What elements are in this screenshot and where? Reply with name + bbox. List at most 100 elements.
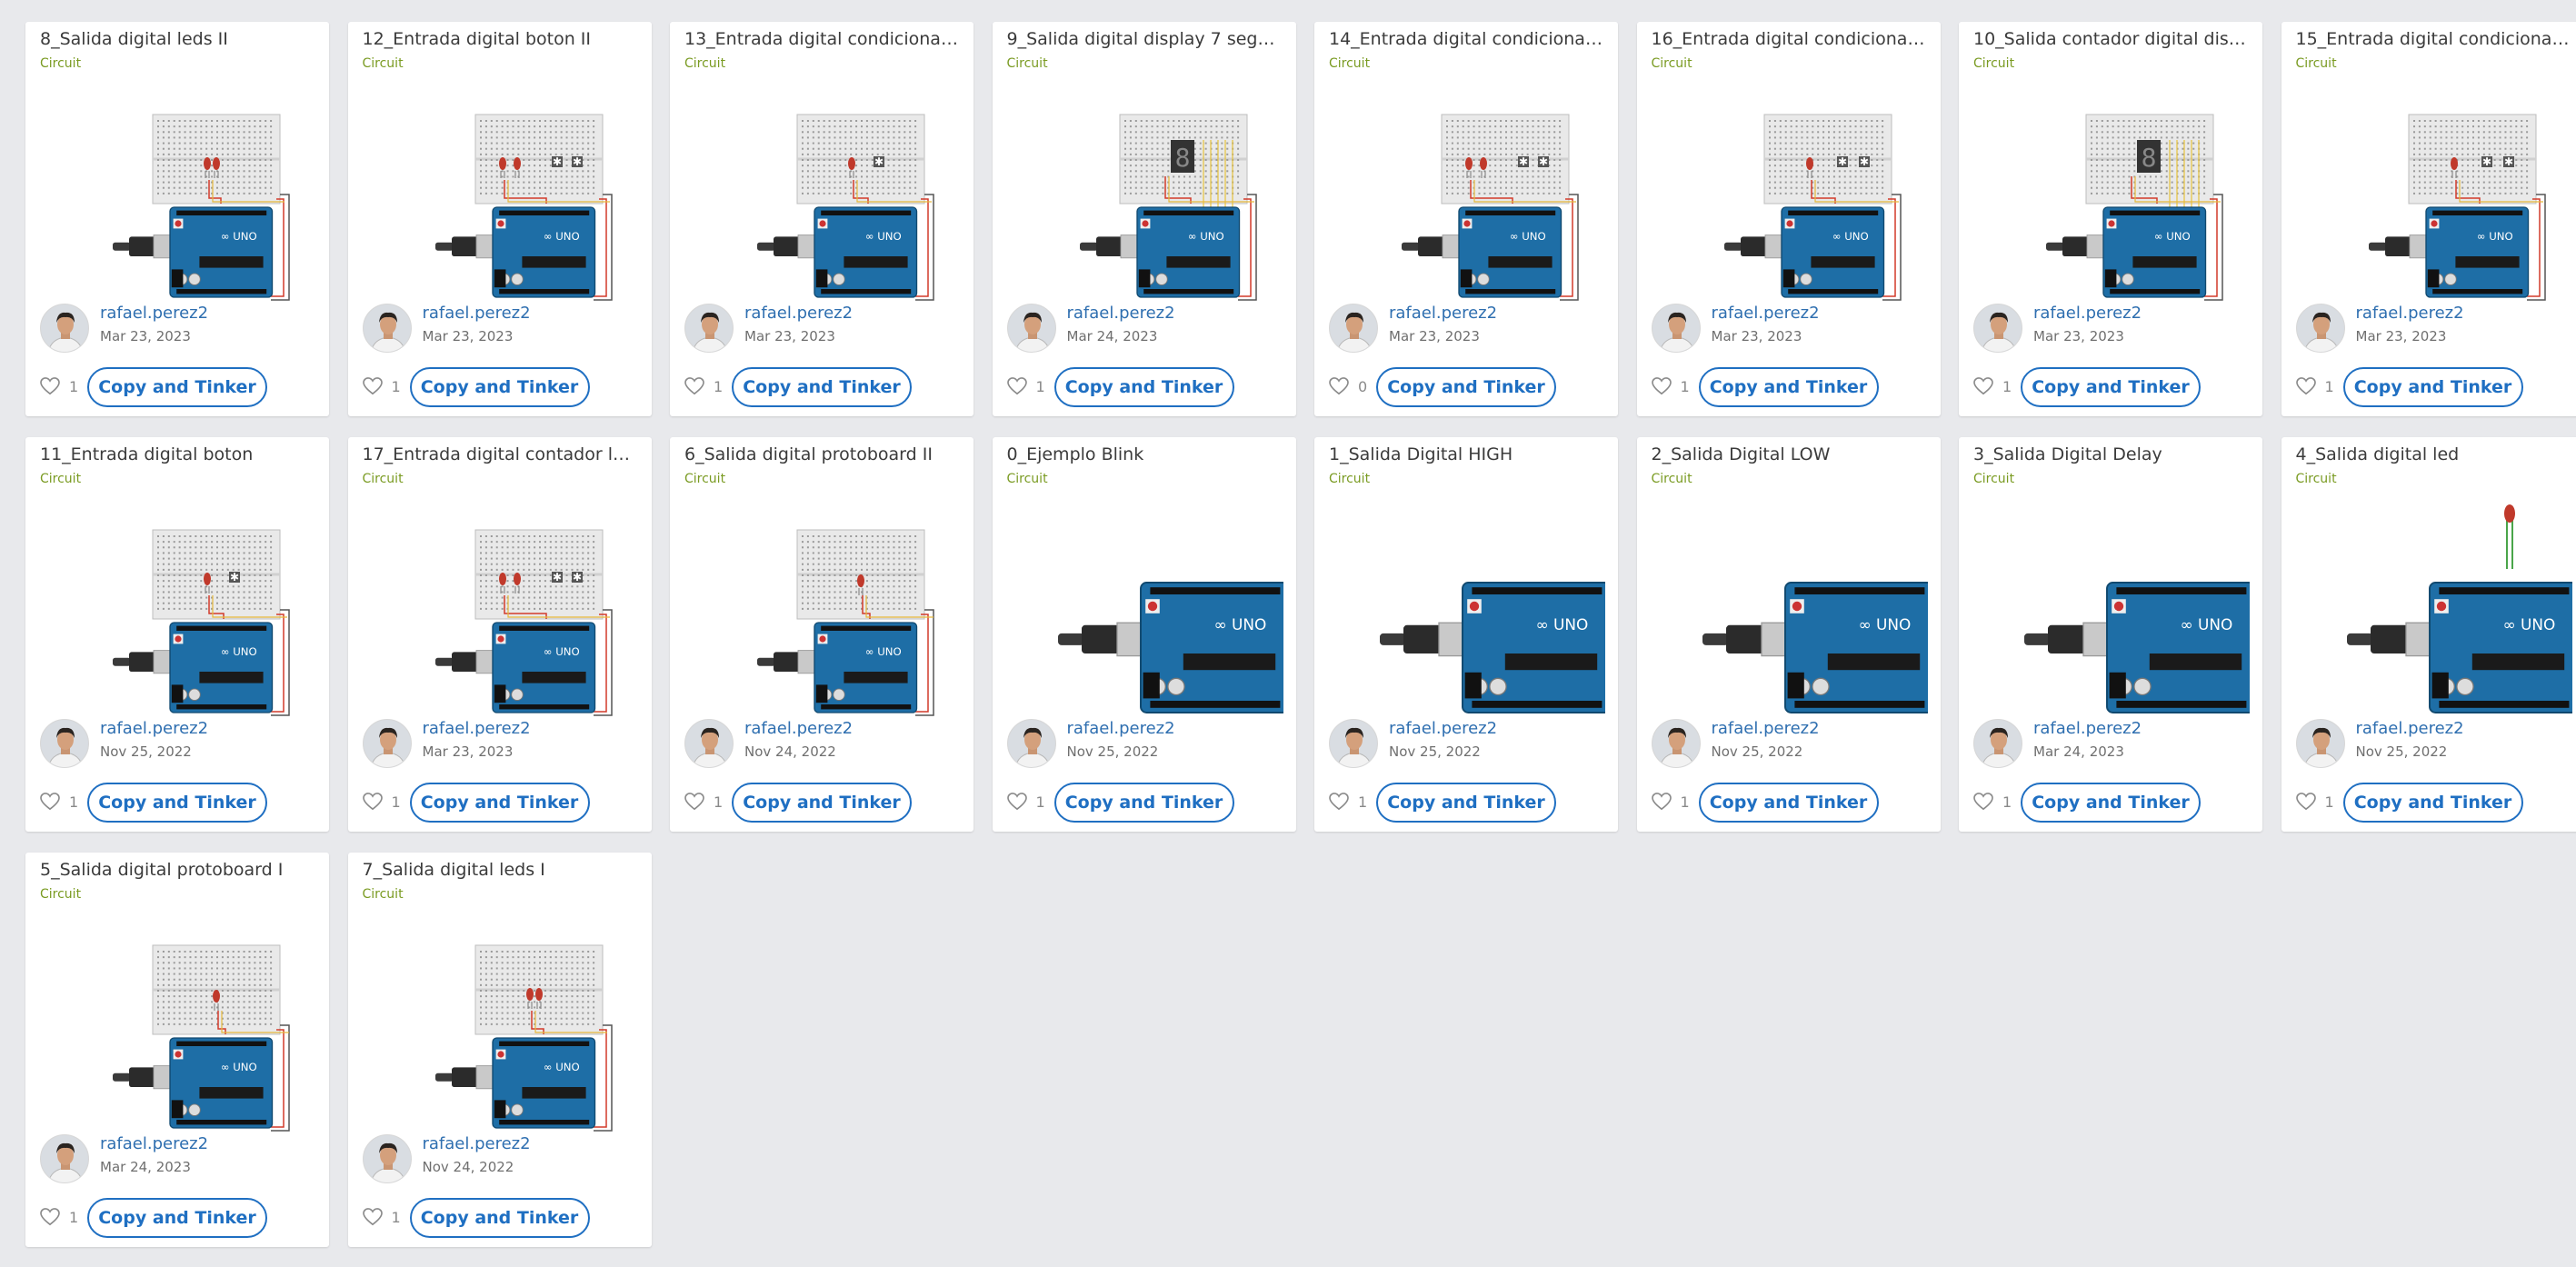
heart-icon[interactable] xyxy=(1329,377,1349,395)
like-control[interactable]: 1 xyxy=(2295,793,2334,811)
circuit-thumbnail[interactable]: ∞ UNO xyxy=(1029,501,1289,719)
card-title[interactable]: 9_Salida digital display 7 segme… xyxy=(1007,29,1285,49)
circuit-thumbnail[interactable]: ✱ ✱ ∞ UNO xyxy=(1673,85,1928,304)
heart-icon[interactable] xyxy=(1006,377,1027,395)
heart-icon[interactable] xyxy=(362,1208,383,1226)
circuit-card[interactable]: 5_Salida digital protoboard I Circuit ∞ … xyxy=(25,853,329,1247)
author-avatar[interactable] xyxy=(362,304,412,353)
circuit-card[interactable]: 15_Entrada digital condicionales… Circui… xyxy=(2281,22,2576,416)
circuit-thumbnail[interactable]: 8 ∞ UNO xyxy=(1995,85,2250,304)
author-link[interactable]: rafael.perez2 xyxy=(1712,719,1820,738)
copy-and-tinker-button[interactable]: Copy and Tinker xyxy=(2342,783,2523,823)
author-avatar[interactable] xyxy=(362,1134,412,1183)
heart-icon[interactable] xyxy=(40,1208,60,1226)
like-control[interactable]: 1 xyxy=(362,377,401,395)
circuit-card[interactable]: 4_Salida digital led Circuit ∞ UNO rafae… xyxy=(2281,437,2576,832)
card-title[interactable]: 6_Salida digital protoboard II xyxy=(684,444,963,464)
circuit-thumbnail[interactable]: ∞ UNO xyxy=(1351,501,1612,719)
heart-icon[interactable] xyxy=(362,377,383,395)
circuit-card[interactable]: 3_Salida Digital Delay Circuit ∞ UNO raf… xyxy=(1959,437,2262,832)
card-title[interactable]: 8_Salida digital leds II xyxy=(40,29,318,49)
author-link[interactable]: rafael.perez2 xyxy=(100,719,208,738)
copy-and-tinker-button[interactable]: Copy and Tinker xyxy=(2021,783,2201,823)
card-title[interactable]: 16_Entrada digital condicionales… xyxy=(1652,29,1930,49)
like-control[interactable]: 1 xyxy=(2295,377,2334,395)
like-control[interactable]: 1 xyxy=(362,1208,401,1226)
card-title[interactable]: 7_Salida digital leds I xyxy=(363,860,641,880)
card-title[interactable]: 10_Salida contador digital displa… xyxy=(1973,29,2252,49)
copy-and-tinker-button[interactable]: Copy and Tinker xyxy=(87,367,267,407)
like-control[interactable]: 1 xyxy=(684,793,723,811)
copy-and-tinker-button[interactable]: Copy and Tinker xyxy=(1376,783,1556,823)
heart-icon[interactable] xyxy=(684,793,704,811)
card-title[interactable]: 15_Entrada digital condicionales… xyxy=(2296,29,2574,49)
like-control[interactable]: 1 xyxy=(684,377,723,395)
card-title[interactable]: 3_Salida Digital Delay xyxy=(1973,444,2252,464)
circuit-card[interactable]: 9_Salida digital display 7 segme… Circui… xyxy=(992,22,1296,416)
card-title[interactable]: 12_Entrada digital boton II xyxy=(363,29,641,49)
heart-icon[interactable] xyxy=(1973,377,1993,395)
author-link[interactable]: rafael.perez2 xyxy=(100,1134,208,1153)
circuit-thumbnail[interactable]: ∞ UNO xyxy=(1995,501,2256,719)
like-control[interactable]: 1 xyxy=(1973,377,2012,395)
card-title[interactable]: 17_Entrada digital contador leds xyxy=(363,444,641,464)
card-title[interactable]: 4_Salida digital led xyxy=(2296,444,2574,464)
author-avatar[interactable] xyxy=(1006,719,1056,768)
circuit-card[interactable]: 17_Entrada digital contador leds Circuit… xyxy=(347,437,652,832)
like-control[interactable]: 1 xyxy=(1006,377,1045,395)
circuit-card[interactable]: 0_Ejemplo Blink Circuit ∞ UNO rafael.per… xyxy=(992,437,1296,832)
author-link[interactable]: rafael.perez2 xyxy=(423,304,531,323)
copy-and-tinker-button[interactable]: Copy and Tinker xyxy=(1698,783,1879,823)
copy-and-tinker-button[interactable]: Copy and Tinker xyxy=(1698,367,1879,407)
author-link[interactable]: rafael.perez2 xyxy=(423,1134,531,1153)
like-control[interactable]: 1 xyxy=(1973,793,2012,811)
author-avatar[interactable] xyxy=(1006,304,1056,353)
author-link[interactable]: rafael.perez2 xyxy=(744,719,853,738)
circuit-thumbnail[interactable]: ✱ ∞ UNO xyxy=(62,501,316,719)
card-title[interactable]: 1_Salida Digital HIGH xyxy=(1329,444,1607,464)
author-avatar[interactable] xyxy=(362,719,412,768)
card-title[interactable]: 2_Salida Digital LOW xyxy=(1652,444,1930,464)
like-control[interactable]: 1 xyxy=(40,377,78,395)
author-link[interactable]: rafael.perez2 xyxy=(2033,304,2142,323)
author-avatar[interactable] xyxy=(1651,719,1701,768)
copy-and-tinker-button[interactable]: Copy and Tinker xyxy=(409,367,590,407)
heart-icon[interactable] xyxy=(2295,793,2316,811)
heart-icon[interactable] xyxy=(362,793,383,811)
heart-icon[interactable] xyxy=(2295,377,2316,395)
copy-and-tinker-button[interactable]: Copy and Tinker xyxy=(409,783,590,823)
circuit-card[interactable]: 12_Entrada digital boton II Circuit ✱ ✱ ∞… xyxy=(347,22,652,416)
like-control[interactable]: 1 xyxy=(1006,793,1045,811)
heart-icon[interactable] xyxy=(40,377,60,395)
author-link[interactable]: rafael.perez2 xyxy=(423,719,531,738)
copy-and-tinker-button[interactable]: Copy and Tinker xyxy=(1053,367,1234,407)
circuit-thumbnail[interactable]: ✱ ∞ UNO xyxy=(706,85,961,304)
author-avatar[interactable] xyxy=(684,719,734,768)
card-title[interactable]: 13_Entrada digital condicionales… xyxy=(684,29,963,49)
author-link[interactable]: rafael.perez2 xyxy=(2033,719,2142,738)
copy-and-tinker-button[interactable]: Copy and Tinker xyxy=(87,783,267,823)
like-control[interactable]: 0 xyxy=(1329,377,1367,395)
author-avatar[interactable] xyxy=(2295,304,2345,353)
copy-and-tinker-button[interactable]: Copy and Tinker xyxy=(1053,783,1234,823)
circuit-card[interactable]: 11_Entrada digital boton Circuit ✱ ∞ UNO… xyxy=(25,437,329,832)
circuit-thumbnail[interactable]: ✱ ✱ ∞ UNO xyxy=(1351,85,1605,304)
card-title[interactable]: 11_Entrada digital boton xyxy=(40,444,318,464)
circuit-card[interactable]: 16_Entrada digital condicionales… Circui… xyxy=(1636,22,1941,416)
author-link[interactable]: rafael.perez2 xyxy=(1067,304,1175,323)
circuit-card[interactable]: 6_Salida digital protoboard II Circuit ∞… xyxy=(670,437,973,832)
author-link[interactable]: rafael.perez2 xyxy=(1389,719,1497,738)
copy-and-tinker-button[interactable]: Copy and Tinker xyxy=(409,1198,590,1238)
heart-icon[interactable] xyxy=(1329,793,1349,811)
circuit-card[interactable]: 8_Salida digital leds II Circuit ∞ UNO r… xyxy=(25,22,329,416)
circuit-thumbnail[interactable]: 8 ∞ UNO xyxy=(1029,85,1283,304)
heart-icon[interactable] xyxy=(1651,793,1672,811)
circuit-card[interactable]: 1_Salida Digital HIGH Circuit ∞ UNO rafa… xyxy=(1314,437,1618,832)
circuit-thumbnail[interactable]: ✱ ✱ ∞ UNO xyxy=(384,501,639,719)
heart-icon[interactable] xyxy=(40,793,60,811)
like-control[interactable]: 1 xyxy=(1329,793,1367,811)
author-avatar[interactable] xyxy=(40,719,89,768)
circuit-card[interactable]: 13_Entrada digital condicionales… Circui… xyxy=(670,22,973,416)
card-title[interactable]: 0_Ejemplo Blink xyxy=(1007,444,1285,464)
author-avatar[interactable] xyxy=(1651,304,1701,353)
